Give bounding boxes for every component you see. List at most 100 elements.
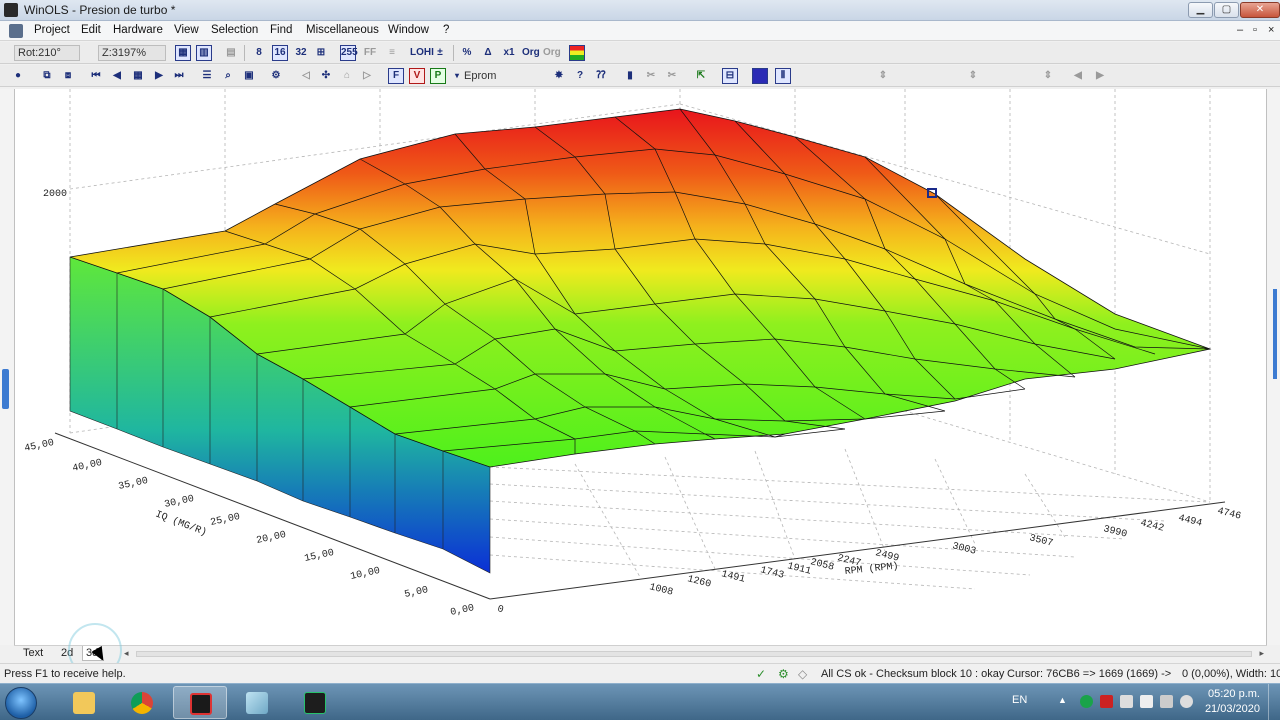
start-button[interactable] [5, 687, 37, 719]
sign-toggle-icon[interactable]: ± [432, 45, 448, 61]
file-icon[interactable]: F [388, 68, 404, 84]
lohi-button[interactable]: LOHI [410, 45, 434, 61]
3d-map-view[interactable]: 2000 45,00 40,00 35,00 30,00 25,00 20,00… [14, 89, 1267, 645]
first-page-icon[interactable]: ⏮ [88, 68, 104, 84]
tray-flag-icon[interactable] [1140, 695, 1153, 708]
layout-icon[interactable]: ⊟ [722, 68, 738, 84]
color-icon[interactable] [752, 68, 768, 84]
bits-8-button[interactable]: 8 [251, 45, 267, 61]
taskbar-winols-button[interactable] [173, 686, 227, 719]
network-icon[interactable] [1160, 695, 1173, 708]
vertical-scrollbar[interactable] [1267, 89, 1280, 645]
factor-x1-button[interactable]: x1 [501, 45, 517, 61]
vertical-scrollbar-thumb[interactable] [1273, 289, 1277, 379]
disabled-tool-icon[interactable]: ⌂ [339, 68, 355, 84]
menu-edit[interactable]: Edit [81, 24, 101, 36]
language-indicator[interactable]: EN [1012, 694, 1027, 706]
next-icon[interactable]: ▶ [151, 68, 167, 84]
star-icon[interactable]: ✸ [551, 68, 567, 84]
menu-miscellaneous[interactable]: Miscellaneous [306, 24, 379, 36]
mdi-restore-button[interactable]: ▫ [1253, 24, 1257, 36]
horizontal-scrollbar-track[interactable] [136, 651, 1252, 657]
volume-icon[interactable] [1180, 695, 1193, 708]
menu-help[interactable]: ? [443, 24, 449, 36]
zoom-field[interactable]: Z:3197% [98, 45, 166, 61]
maximize-button[interactable]: ▢ [1214, 2, 1239, 18]
document-icon[interactable] [9, 24, 23, 38]
tray-app-icon[interactable] [1080, 695, 1093, 708]
taskbar-recorder-button[interactable] [288, 686, 342, 719]
menu-find[interactable]: Find [270, 24, 292, 36]
scroll-left-arrow-icon[interactable]: ◂ [124, 648, 129, 659]
tray-device-icon[interactable] [1120, 695, 1133, 708]
taskbar-app-button[interactable] [230, 686, 284, 719]
binary-icon[interactable]: ≡ [384, 45, 400, 61]
menu-selection[interactable]: Selection [211, 24, 258, 36]
scroll-left-icon[interactable]: ◀ [1070, 68, 1086, 84]
tray-expand-icon[interactable]: ▲ [1058, 695, 1071, 708]
clock-date[interactable]: 21/03/2020 [1205, 703, 1260, 715]
export-icon[interactable]: ⇱ [693, 68, 709, 84]
menu-view[interactable]: View [174, 24, 199, 36]
grey-tool-1-icon[interactable]: ✂ [643, 68, 659, 84]
show-desktop-button[interactable] [1268, 684, 1280, 720]
close-button[interactable]: ✕ [1240, 2, 1280, 18]
status-help-text: Press F1 to receive help. [4, 668, 126, 680]
columns-icon[interactable]: ⫴ [775, 68, 791, 84]
list-icon[interactable]: ☰ [199, 68, 215, 84]
previous-icon[interactable]: ◀ [109, 68, 125, 84]
decimal-255-button[interactable]: 255 [340, 45, 358, 61]
help-icon[interactable]: ? [572, 68, 588, 84]
spin-up-down-2-icon[interactable]: ⇕ [965, 68, 981, 84]
splitter-handle[interactable] [2, 369, 9, 409]
spin-up-down-1-icon[interactable]: ⇕ [875, 68, 891, 84]
horizontal-scrollbar[interactable]: ◂ ▸ [124, 648, 1264, 659]
grey-tool-2-icon[interactable]: ✂ [664, 68, 680, 84]
tab-2d[interactable]: 2d [58, 646, 76, 661]
verify-icon[interactable]: V [409, 68, 425, 84]
original-button[interactable]: Org [522, 45, 540, 61]
percent-button[interactable]: % [459, 45, 475, 61]
mdi-minimize-button[interactable]: – [1237, 24, 1243, 36]
last-page-icon[interactable]: ⏭ [171, 68, 187, 84]
table-icon[interactable]: ▤ [223, 45, 239, 61]
hex-ff-button[interactable]: FF [362, 45, 378, 61]
clock-time[interactable]: 05:20 p.m. [1208, 688, 1260, 700]
color-scheme-icon[interactable] [569, 45, 585, 61]
zoom-icon[interactable]: ⌕ [220, 68, 236, 84]
3d-surface-plot[interactable]: 2000 45,00 40,00 35,00 30,00 25,00 20,00… [15, 89, 1267, 645]
difference-button[interactable]: Δ [480, 45, 496, 61]
window-split-icon[interactable]: ⧈ [60, 68, 76, 84]
bits-16-button[interactable]: 16 [272, 45, 288, 61]
map-search-icon[interactable]: ▣ [241, 68, 257, 84]
spin-up-down-3-icon[interactable]: ⇕ [1040, 68, 1056, 84]
tray-pdf-icon[interactable] [1100, 695, 1113, 708]
write-icon[interactable]: P [430, 68, 446, 84]
nav-back-icon[interactable]: ◁ [298, 68, 314, 84]
grid-mode-icon[interactable]: ▥ [196, 45, 212, 61]
eprom-dropdown[interactable]: Eprom [460, 68, 546, 84]
view-mode-icon[interactable]: ▦ [175, 45, 191, 61]
menu-project[interactable]: Project [34, 24, 70, 36]
chip-icon[interactable]: ● [10, 68, 26, 84]
bits-32-button[interactable]: 32 [293, 45, 309, 61]
tab-text[interactable]: Text [20, 646, 46, 661]
context-help-icon[interactable]: ⁇ [593, 68, 609, 84]
scroll-right-icon[interactable]: ▶ [1092, 68, 1108, 84]
window-icon[interactable]: ⧉ [39, 68, 55, 84]
taskbar-explorer-button[interactable] [57, 686, 111, 719]
rotation-field[interactable]: Rot:210° [14, 45, 80, 61]
minimize-button[interactable]: ▁ [1188, 2, 1213, 18]
hardware-icon[interactable]: ✣ [318, 68, 334, 84]
menu-window[interactable]: Window [388, 24, 429, 36]
taskbar-chrome-button[interactable] [115, 686, 169, 719]
nav-forward-icon[interactable]: ▷ [359, 68, 375, 84]
mdi-close-button[interactable]: × [1268, 24, 1274, 36]
scroll-right-arrow-icon[interactable]: ▸ [1259, 648, 1264, 659]
map-list-icon[interactable]: ▦ [130, 68, 146, 84]
tools-icon[interactable]: ⚙ [268, 68, 284, 84]
menu-hardware[interactable]: Hardware [113, 24, 163, 36]
chart-bars-icon[interactable]: ▮ [622, 68, 638, 84]
original-compare-button[interactable]: Org [543, 45, 561, 61]
float-icon[interactable]: ⊞ [313, 45, 329, 61]
